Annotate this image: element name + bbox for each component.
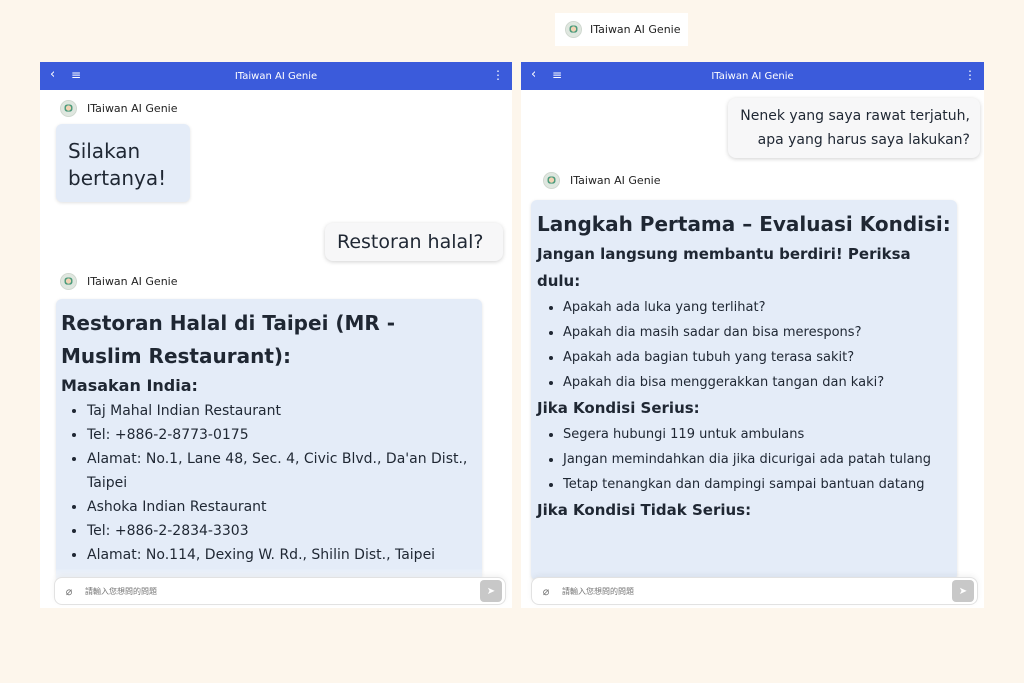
app-bar: ‹ ≡ ITaiwan AI Genie ⋮ xyxy=(40,62,512,90)
answer-intro: Jangan langsung membantu berdiri! Periks… xyxy=(537,245,911,290)
list-item: Apakah dia bisa menggerakkan tangan dan … xyxy=(563,370,951,395)
back-arrow-icon[interactable]: ‹ xyxy=(50,68,55,82)
list-item: Apakah dia masih sadar dan bisa merespon… xyxy=(563,320,951,345)
message-input-bar: ⌀ ➤ xyxy=(54,577,506,605)
list-item: Ashoka Indian Restaurant xyxy=(87,495,477,519)
app-title: ITaiwan AI Genie xyxy=(234,70,318,82)
hamburger-menu-icon[interactable]: ≡ xyxy=(552,68,562,82)
greeting-bubble: Silakan bertanya! xyxy=(56,124,190,202)
list-item: Segera hubungi 119 untuk ambulans xyxy=(563,422,951,447)
answer-subheading: Masakan India: xyxy=(61,376,198,395)
message-input[interactable] xyxy=(83,585,480,597)
check-list: Apakah ada luka yang terlihat? Apakah di… xyxy=(537,295,951,395)
more-vertical-icon[interactable]: ⋮ xyxy=(492,68,504,82)
avatar-icon xyxy=(565,21,582,38)
list-item: Taj Mahal Indian Restaurant xyxy=(87,399,477,423)
user-message-text: Nenek yang saya rawat terjatuh, apa yang… xyxy=(740,108,970,148)
sender-label: ITaiwan AI Genie xyxy=(60,273,178,290)
user-message-bubble: Nenek yang saya rawat terjatuh, apa yang… xyxy=(728,98,980,158)
send-icon: ➤ xyxy=(486,585,496,597)
greeting-text: Silakan bertanya! xyxy=(68,139,167,190)
sender-label: ITaiwan AI Genie xyxy=(60,100,178,117)
user-message-text: Restoran halal? xyxy=(337,231,484,253)
sender-label: ITaiwan AI Genie xyxy=(543,172,661,189)
answer-bubble: Langkah Pertama – Evaluasi Kondisi: Jang… xyxy=(531,200,957,580)
list-item: Apakah ada luka yang terlihat? xyxy=(563,295,951,320)
list-item: Alamat: No.1, Lane 48, Sec. 4, Civic Blv… xyxy=(87,447,477,495)
send-icon: ➤ xyxy=(958,585,968,597)
app-title: ITaiwan AI Genie xyxy=(711,70,794,82)
message-input[interactable] xyxy=(560,585,952,597)
paperclip-icon[interactable]: ⌀ xyxy=(532,585,560,598)
send-button[interactable]: ➤ xyxy=(952,580,974,602)
serious-list: Segera hubungi 119 untuk ambulans Jangan… xyxy=(537,422,951,497)
list-item: Tetap tenangkan dan dampingi sampai bant… xyxy=(563,472,951,497)
badge-title: ITaiwan AI Genie xyxy=(590,23,681,36)
chat-window-right: ‹ ≡ ITaiwan AI Genie ⋮ Nenek yang saya r… xyxy=(521,62,984,608)
avatar-icon xyxy=(60,100,77,117)
answer-heading: Restoran Halal di Taipei (MR - Muslim Re… xyxy=(61,311,396,368)
sender-name: ITaiwan AI Genie xyxy=(87,102,178,115)
list-item: Tel: +886-2-2834-3303 xyxy=(87,519,477,543)
restaurant-list: Taj Mahal Indian Restaurant Tel: +886-2-… xyxy=(61,399,477,567)
paperclip-icon[interactable]: ⌀ xyxy=(55,585,83,598)
send-button[interactable]: ➤ xyxy=(480,580,502,602)
answer-heading: Langkah Pertama – Evaluasi Kondisi: xyxy=(537,212,951,236)
app-bar: ‹ ≡ ITaiwan AI Genie ⋮ xyxy=(521,62,984,90)
not-serious-heading: Jika Kondisi Tidak Serius: xyxy=(537,501,752,519)
avatar-icon xyxy=(543,172,560,189)
user-message-bubble: Restoran halal? xyxy=(325,223,503,261)
app-badge: ITaiwan AI Genie xyxy=(555,13,688,46)
list-item: Apakah ada bagian tubuh yang terasa saki… xyxy=(563,345,951,370)
avatar-icon xyxy=(60,273,77,290)
list-item: Jangan memindahkan dia jika dicurigai ad… xyxy=(563,447,951,472)
list-item: Alamat: No.114, Dexing W. Rd., Shilin Di… xyxy=(87,543,477,567)
serious-heading: Jika Kondisi Serius: xyxy=(537,399,700,417)
message-input-bar: ⌀ ➤ xyxy=(531,577,978,605)
hamburger-menu-icon[interactable]: ≡ xyxy=(71,68,81,82)
answer-bubble: Restoran Halal di Taipei (MR - Muslim Re… xyxy=(56,299,482,584)
sender-name: ITaiwan AI Genie xyxy=(570,174,661,187)
sender-name: ITaiwan AI Genie xyxy=(87,275,178,288)
more-vertical-icon[interactable]: ⋮ xyxy=(964,68,976,82)
list-item: Tel: +886-2-8773-0175 xyxy=(87,423,477,447)
back-arrow-icon[interactable]: ‹ xyxy=(531,68,536,82)
chat-window-left: ‹ ≡ ITaiwan AI Genie ⋮ ITaiwan AI Genie … xyxy=(40,62,512,608)
